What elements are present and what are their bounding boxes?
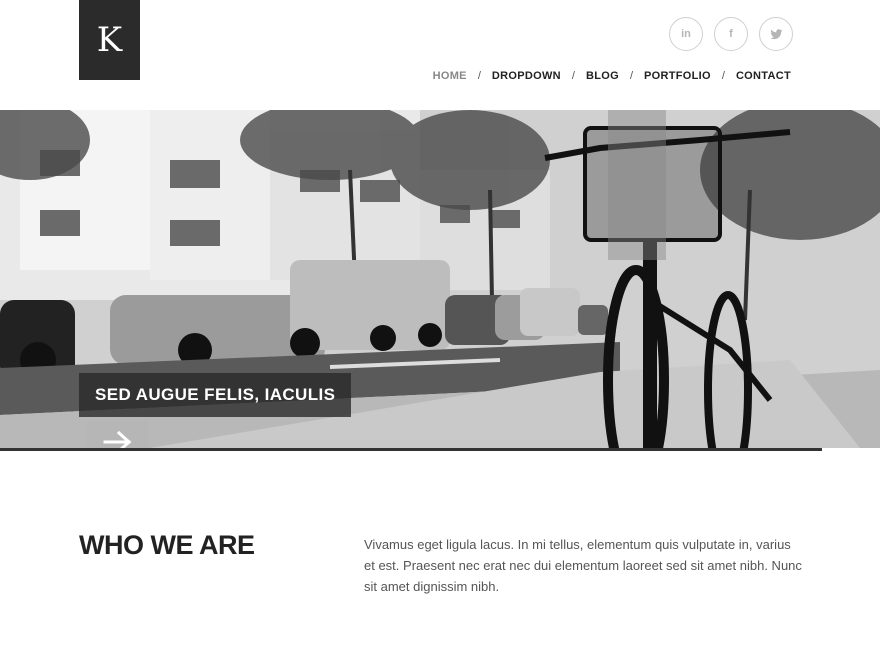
- section-title: WHO WE ARE: [79, 530, 255, 560]
- site-logo[interactable]: K: [79, 0, 140, 80]
- arrow-right-icon: [103, 430, 131, 448]
- nav-dropdown[interactable]: DROPDOWN: [492, 70, 561, 82]
- nav-blog[interactable]: BLOG: [586, 70, 619, 82]
- facebook-icon[interactable]: f: [714, 17, 748, 51]
- social-links: in f: [669, 17, 793, 51]
- slide-next-button[interactable]: [87, 420, 148, 448]
- logo-letter: K: [96, 20, 123, 60]
- linkedin-icon[interactable]: in: [669, 17, 703, 51]
- nav-separator: /: [571, 70, 575, 82]
- nav-separator: /: [721, 70, 725, 82]
- hero-divider: [0, 448, 822, 451]
- main-nav: HOME / DROPDOWN / BLOG / PORTFOLIO / CON…: [433, 70, 791, 82]
- facebook-label: f: [729, 28, 733, 40]
- twitter-bird-icon: [769, 28, 782, 39]
- slide-caption: SED AUGUE FELIS, IACULIS: [79, 373, 352, 417]
- twitter-icon[interactable]: [759, 17, 793, 51]
- slide-caption-text: SED AUGUE FELIS, IACULIS: [95, 385, 336, 404]
- nav-home[interactable]: HOME: [433, 70, 467, 82]
- nav-separator: /: [629, 70, 633, 82]
- section-text: Vivamus eget ligula lacus. In mi tellus,…: [364, 537, 802, 594]
- nav-separator: /: [477, 70, 481, 82]
- linkedin-label: in: [681, 28, 691, 40]
- nav-contact[interactable]: CONTACT: [736, 70, 791, 82]
- hero-slider: SED AUGUE FELIS, IACULIS: [0, 110, 880, 448]
- nav-portfolio[interactable]: PORTFOLIO: [644, 70, 711, 82]
